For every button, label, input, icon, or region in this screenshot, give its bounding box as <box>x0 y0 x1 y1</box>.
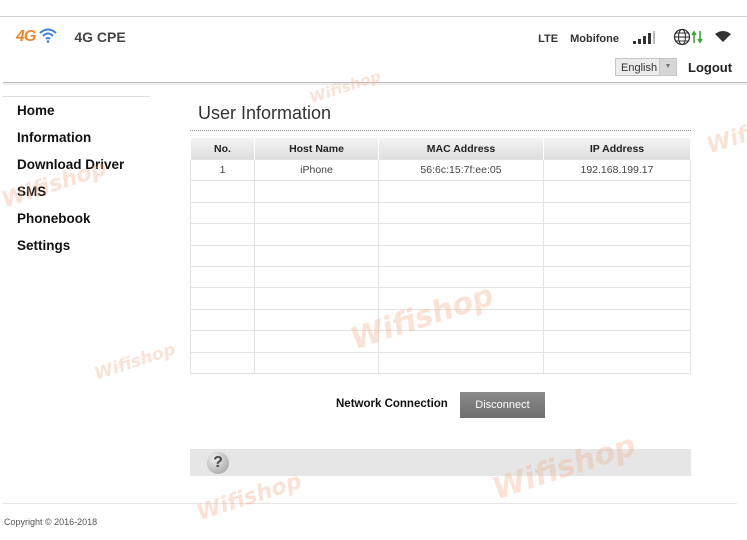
table-cell-empty <box>190 265 255 289</box>
table-cell-empty <box>543 180 691 203</box>
nav-divider <box>3 96 150 97</box>
table-cell-empty <box>254 201 379 225</box>
table-row-empty <box>190 308 691 332</box>
language-select-value: English <box>621 62 658 74</box>
table-row: 1 iPhone 56:6c:15:7f:ee:05 192.168.199.1… <box>190 158 691 182</box>
watermark: Wifishop <box>307 66 384 108</box>
internet-status <box>673 28 703 49</box>
table-cell-empty <box>254 223 379 246</box>
nav-item-sms[interactable]: SMS <box>17 183 124 210</box>
table-cell-empty <box>543 244 691 267</box>
table-row-empty <box>190 201 691 225</box>
signal-strength-icon <box>633 30 655 47</box>
table-cell-empty <box>254 265 379 289</box>
table-cell-empty <box>254 244 379 267</box>
sidebar-nav: Home Information Download Driver SMS Pho… <box>17 102 124 264</box>
cell-mac-address: 56:6c:15:7f:ee:05 <box>378 158 544 182</box>
table-cell-empty <box>543 351 691 374</box>
copyright-text: Copyright © 2016-2018 <box>4 517 98 527</box>
table-cell-empty <box>190 180 255 203</box>
table-cell-empty <box>543 265 691 289</box>
table-cell-empty <box>378 287 544 310</box>
cell-ip-address: 192.168.199.17 <box>543 158 691 182</box>
globe-icon <box>673 28 691 49</box>
table-cell-empty <box>254 287 379 310</box>
table-header-row: No. Host Name MAC Address IP Address <box>190 138 691 160</box>
logout-link[interactable]: Logout <box>688 60 732 75</box>
table-row-empty <box>190 180 691 203</box>
table-cell-empty <box>190 201 255 225</box>
column-header-ip-address: IP Address <box>543 138 691 160</box>
disconnect-button[interactable]: Disconnect <box>460 392 545 418</box>
table-cell-empty <box>378 201 544 225</box>
top-border <box>0 16 747 17</box>
cell-host-name: iPhone <box>254 158 379 182</box>
column-header-host-name: Host Name <box>254 138 379 160</box>
table-row-empty <box>190 351 691 374</box>
table-cell-empty <box>543 330 691 353</box>
table-cell-empty <box>254 351 379 374</box>
network-connection-label: Network Connection <box>336 398 448 410</box>
table-cell-empty <box>254 180 379 203</box>
table-cell-empty <box>378 180 544 203</box>
column-header-mac-address: MAC Address <box>378 138 544 160</box>
status-bar: LTE Mobifone <box>538 28 731 49</box>
table-cell-empty <box>190 223 255 246</box>
help-icon[interactable]: ? <box>207 452 229 474</box>
watermark: Wifishop <box>703 101 747 160</box>
nav-item-home[interactable]: Home <box>17 102 124 129</box>
data-transfer-arrows-icon <box>691 30 703 47</box>
table-cell-empty <box>378 265 544 289</box>
nav-item-download-driver[interactable]: Download Driver <box>17 156 124 183</box>
table-cell-empty <box>543 308 691 332</box>
chevron-down-icon: ▼ <box>659 59 676 75</box>
table-cell-empty <box>543 223 691 246</box>
network-type: LTE <box>538 32 559 45</box>
table-row-empty <box>190 265 691 289</box>
table-cell-empty <box>378 223 544 246</box>
table-row-empty <box>190 244 691 267</box>
table-cell-empty <box>543 201 691 225</box>
wifi-menu-icon[interactable] <box>715 31 731 46</box>
footer-divider <box>3 503 737 504</box>
table-cell-empty <box>378 351 544 374</box>
user-table: No. Host Name MAC Address IP Address 1 i… <box>190 138 691 374</box>
wifi-icon <box>38 27 58 48</box>
table-row-empty <box>190 330 691 353</box>
column-header-no: No. <box>190 138 255 160</box>
page-title: User Information <box>198 103 332 123</box>
table-cell-empty <box>190 330 255 353</box>
table-cell-empty <box>254 330 379 353</box>
brand-logo: 4G 4G CPE <box>16 27 126 47</box>
nav-item-phonebook[interactable]: Phonebook <box>17 210 124 237</box>
nav-item-settings[interactable]: Settings <box>17 237 124 264</box>
watermark: Wifishop <box>91 339 179 385</box>
watermark: Wifishop <box>193 468 305 527</box>
cell-no: 1 <box>190 158 255 182</box>
title-divider <box>190 130 691 131</box>
table-cell-empty <box>190 287 255 310</box>
table-row-empty <box>190 223 691 246</box>
table-cell-empty <box>190 351 255 374</box>
table-cell-empty <box>254 308 379 332</box>
table-cell-empty <box>190 244 255 267</box>
nav-item-information[interactable]: Information <box>17 129 124 156</box>
table-cell-empty <box>190 308 255 332</box>
device-name: 4G CPE <box>74 29 126 45</box>
carrier-name: Mobifone <box>570 32 619 45</box>
language-select[interactable]: English ▼ <box>615 58 677 76</box>
table-cell-empty <box>543 287 691 310</box>
table-cell-empty <box>378 330 544 353</box>
help-bar <box>190 449 691 476</box>
table-row-empty <box>190 287 691 310</box>
brand-4g-badge: 4G <box>16 28 36 45</box>
table-cell-empty <box>378 244 544 267</box>
table-cell-empty <box>378 308 544 332</box>
